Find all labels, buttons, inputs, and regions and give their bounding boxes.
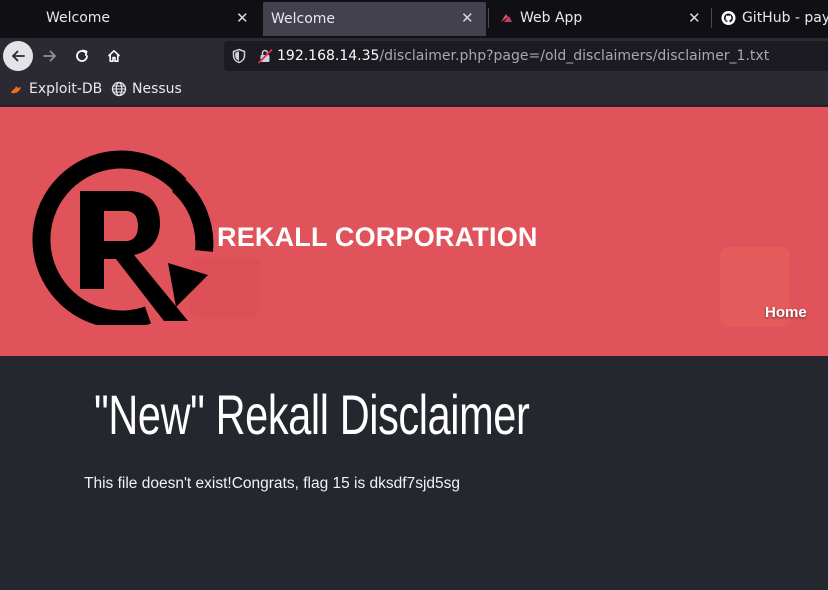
github-icon <box>721 10 736 26</box>
close-tab-icon[interactable]: ✕ <box>236 9 249 27</box>
tab-label: GitHub - payl <box>741 10 828 26</box>
url-path: /disclaimer.php?page=/old_disclaimers/di… <box>379 48 770 64</box>
bookmark-nessus[interactable]: Nessus <box>111 81 182 97</box>
address-bar[interactable]: 192.168.14.35/disclaimer.php?page=/old_d… <box>224 41 828 71</box>
bookmark-exploit-db[interactable]: Exploit-DB <box>9 81 102 97</box>
reload-icon <box>76 49 88 62</box>
tab-welcome-active[interactable]: Welcome ✕ <box>263 2 486 36</box>
rekall-logo-icon <box>32 150 214 325</box>
close-tab-icon[interactable]: ✕ <box>688 9 701 27</box>
insecure-lock-icon[interactable] <box>257 48 273 64</box>
nav-home-link[interactable]: Home <box>765 304 807 321</box>
back-arrow-icon <box>12 50 25 62</box>
tab-bar: Welcome ✕ Welcome ✕ Web App ✕ GitHub - p… <box>0 0 828 38</box>
tab-web-app[interactable]: Web App ✕ <box>490 0 710 36</box>
globe-icon <box>111 81 127 97</box>
tab-divider <box>488 8 489 28</box>
home-icon <box>107 50 121 62</box>
exploit-db-icon <box>11 86 21 94</box>
disclaimer-message: This file doesn't exist!Congrats, flag 1… <box>84 475 461 492</box>
tab-label: Welcome <box>271 11 336 27</box>
forward-button[interactable] <box>35 41 65 71</box>
tab-label: Web App <box>520 10 583 26</box>
company-name: REKALL CORPORATION <box>217 222 538 252</box>
main-content: "New" Rekall Disclaimer This file doesn'… <box>0 356 828 590</box>
tab-welcome-1[interactable]: Welcome ✕ <box>36 0 262 36</box>
shield-icon[interactable] <box>231 48 247 64</box>
bookmarks-toolbar: Exploit-DB Nessus <box>0 74 828 106</box>
hero-banner: REKALL CORPORATION Home <box>0 107 828 356</box>
close-tab-icon[interactable]: ✕ <box>461 9 474 27</box>
page-title: "New" Rekall Disclaimer <box>94 383 530 446</box>
navigation-toolbar: 192.168.14.35/disclaimer.php?page=/old_d… <box>0 38 828 74</box>
forward-arrow-icon <box>43 50 56 62</box>
url-text[interactable]: 192.168.14.35/disclaimer.php?page=/old_d… <box>277 48 769 64</box>
web-app-favicon-icon <box>501 14 512 22</box>
bookmark-label: Nessus <box>132 81 182 97</box>
bookmark-label: Exploit-DB <box>29 81 103 97</box>
tab-divider <box>711 8 712 28</box>
home-button[interactable] <box>99 41 129 71</box>
reload-button[interactable] <box>67 41 97 71</box>
back-button[interactable] <box>3 41 33 71</box>
url-host: 192.168.14.35 <box>277 48 380 64</box>
tab-label: Welcome <box>46 10 111 26</box>
tab-github[interactable]: GitHub - payl <box>712 0 828 36</box>
